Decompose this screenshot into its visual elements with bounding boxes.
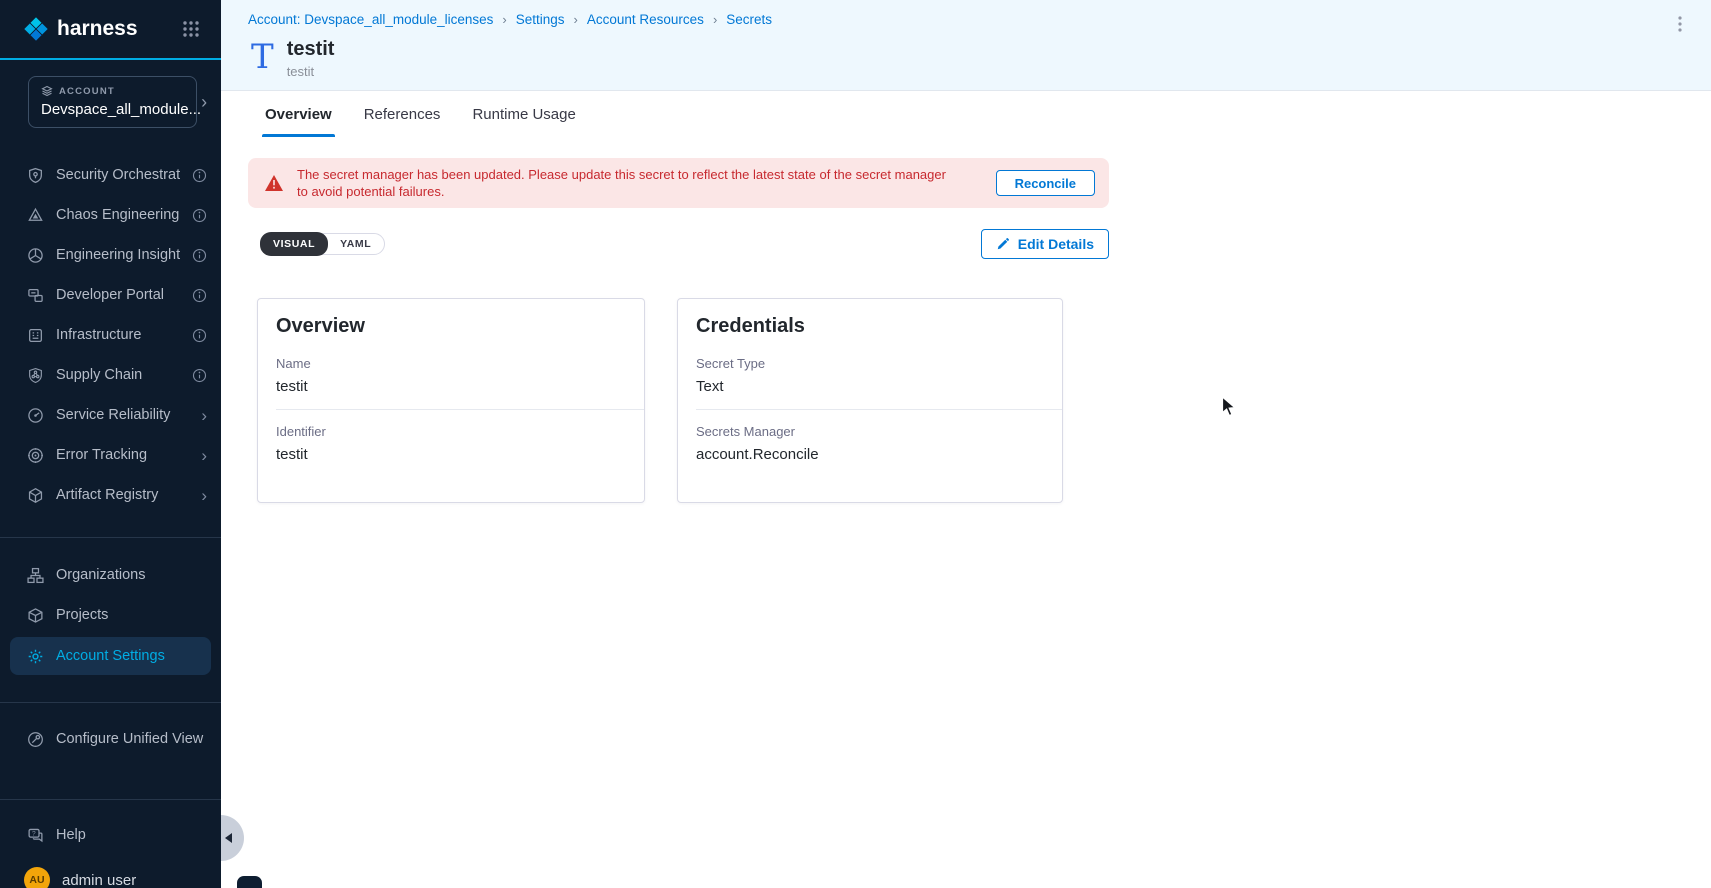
sidebar-item-help[interactable]: ? Help — [0, 815, 221, 855]
card-title: Overview — [276, 315, 626, 338]
toggle-yaml[interactable]: YAML — [327, 233, 384, 255]
tab-references[interactable]: References — [361, 91, 444, 137]
field-secrets-manager: Secrets Manager account.Reconcile — [696, 424, 1044, 463]
sidebar-item-security-orchestration[interactable]: Security Orchestrat... — [0, 155, 221, 195]
harness-logo-icon — [22, 15, 50, 43]
sidebar-item-projects[interactable]: Projects — [0, 595, 221, 635]
secret-type-text-icon: T — [251, 40, 274, 74]
tabbar: Overview References Runtime Usage — [221, 91, 579, 137]
breadcrumb: Account: Devspace_all_module_licenses › … — [248, 12, 772, 27]
field-name: Name testit — [276, 356, 626, 395]
info-icon[interactable] — [192, 328, 207, 343]
credentials-card: Credentials Secret Type Text Secrets Man… — [677, 298, 1063, 503]
sidebar-logo-row: harness — [0, 0, 221, 60]
sidebar-item-configure-unified-view[interactable]: Configure Unified View — [0, 719, 221, 759]
sidebar-links: Organizations Projects Account Settin — [0, 555, 221, 675]
page-subtitle: testit — [287, 64, 335, 79]
warning-banner: The secret manager has been updated. Ple… — [248, 158, 1109, 208]
account-label: ACCOUNT — [59, 86, 115, 97]
info-icon[interactable] — [192, 208, 207, 223]
breadcrumb-separator: › — [502, 12, 506, 27]
app-root: harness ACCOUNT — [0, 0, 1711, 888]
chevron-right-icon: › — [201, 407, 207, 424]
field-divider — [696, 409, 1062, 410]
sidebar-item-artifact-registry[interactable]: Artifact Registry › — [0, 475, 221, 515]
insights-icon — [27, 247, 44, 264]
warning-message: The secret manager has been updated. Ple… — [297, 166, 983, 200]
layers-icon — [41, 85, 53, 97]
sidebar-item-account-settings[interactable]: Account Settings — [10, 637, 211, 675]
sidebar-modules: Security Orchestrat... Chaos Engineering — [0, 155, 221, 515]
svg-text:?: ? — [32, 830, 36, 837]
info-icon[interactable] — [192, 248, 207, 263]
chevron-left-icon — [225, 833, 232, 843]
sidebar-item-developer-portal[interactable]: Developer Portal — [0, 275, 221, 315]
sidebar-item-service-reliability[interactable]: Service Reliability › — [0, 395, 221, 435]
sidebar-item-chaos-engineering[interactable]: Chaos Engineering — [0, 195, 221, 235]
sidebar: harness ACCOUNT — [0, 0, 221, 888]
chevron-right-icon: › — [201, 487, 207, 504]
field-identifier: Identifier testit — [276, 424, 626, 463]
breadcrumb-separator: › — [574, 12, 578, 27]
shield-icon — [27, 167, 44, 184]
overview-card: Overview Name testit Identifier testit — [257, 298, 645, 503]
breadcrumb-account-link[interactable]: Account: Devspace_all_module_licenses — [248, 12, 493, 27]
cube-icon — [27, 607, 44, 624]
sidebar-item-infrastructure[interactable]: Infrastructure — [0, 315, 221, 355]
shield-nodes-icon — [27, 367, 44, 384]
visual-yaml-toggle: VISUAL YAML — [260, 233, 385, 255]
breadcrumb-secrets-link[interactable]: Secrets — [726, 12, 772, 27]
tab-overview[interactable]: Overview — [262, 91, 335, 137]
info-icon[interactable] — [192, 288, 207, 303]
floating-widget[interactable] — [237, 876, 262, 888]
chevron-right-icon: › — [201, 93, 207, 111]
org-chart-icon — [27, 567, 44, 584]
gauge-icon — [27, 407, 44, 424]
info-icon[interactable] — [192, 368, 207, 383]
windows-icon — [27, 287, 44, 304]
sidebar-divider — [0, 799, 221, 800]
warning-icon — [264, 174, 284, 192]
brand-name: harness — [57, 17, 138, 41]
card-title: Credentials — [696, 315, 1044, 338]
breadcrumb-settings-link[interactable]: Settings — [516, 12, 565, 27]
field-divider — [276, 409, 644, 410]
breadcrumb-account-resources-link[interactable]: Account Resources — [587, 12, 704, 27]
sidebar-divider — [0, 537, 221, 538]
view-controls-row: VISUAL YAML Edit Details — [248, 228, 1109, 260]
target-icon — [27, 447, 44, 464]
account-selector[interactable]: ACCOUNT Devspace_all_module... › — [28, 76, 197, 128]
toggle-visual[interactable]: VISUAL — [260, 232, 328, 256]
cards-row: Overview Name testit Identifier testit C… — [257, 298, 1063, 503]
account-name: Devspace_all_module... — [41, 101, 201, 118]
help-chat-icon: ? — [27, 827, 44, 844]
sidebar-item-engineering-insights[interactable]: Engineering Insights — [0, 235, 221, 275]
field-secret-type: Secret Type Text — [696, 356, 1044, 395]
info-icon[interactable] — [192, 168, 207, 183]
title-block: T testit testit — [251, 38, 334, 79]
sidebar-item-organizations[interactable]: Organizations — [0, 555, 221, 595]
wrench-circle-icon — [27, 731, 44, 748]
sidebar-item-error-tracking[interactable]: Error Tracking › — [0, 435, 221, 475]
chevron-right-icon: › — [201, 447, 207, 464]
main-content: Account: Devspace_all_module_licenses › … — [221, 0, 1711, 888]
page-title: testit — [287, 38, 335, 61]
harness-logo[interactable]: harness — [22, 15, 138, 43]
kebab-menu-icon[interactable] — [1673, 14, 1687, 34]
avatar: AU — [24, 867, 50, 888]
module-grid-icon[interactable] — [181, 19, 201, 39]
infrastructure-icon — [27, 327, 44, 344]
edit-details-button[interactable]: Edit Details — [981, 229, 1109, 259]
hexagon-box-icon — [27, 487, 44, 504]
sidebar-item-supply-chain[interactable]: Supply Chain — [0, 355, 221, 395]
sidebar-divider — [0, 702, 221, 703]
pencil-icon — [996, 237, 1010, 251]
chaos-icon — [27, 207, 44, 224]
tab-runtime-usage[interactable]: Runtime Usage — [469, 91, 578, 137]
breadcrumb-separator: › — [713, 12, 717, 27]
sidebar-user[interactable]: AU admin user — [0, 867, 221, 888]
user-name: admin user — [62, 872, 136, 888]
gear-icon — [27, 648, 44, 665]
reconcile-button[interactable]: Reconcile — [996, 170, 1095, 196]
